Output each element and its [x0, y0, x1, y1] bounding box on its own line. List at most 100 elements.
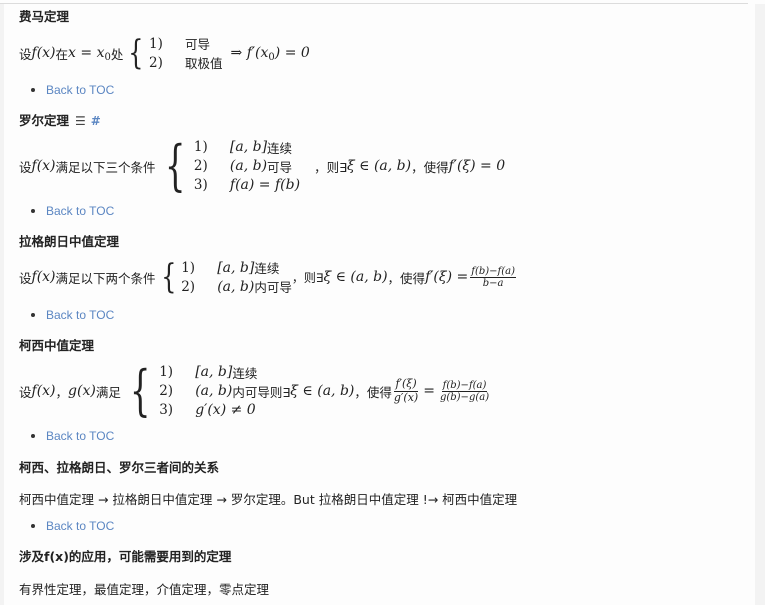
case-num: 2): [193, 158, 208, 174]
math-fx: f(x): [31, 269, 56, 285]
case-math: [a, b]: [195, 364, 233, 380]
text: ，则∃: [314, 159, 347, 175]
case-num: 3): [193, 177, 208, 193]
fraction-lhs: f′(ξ) g′(x): [394, 378, 418, 403]
text: 设: [19, 384, 32, 400]
text: ，则∃: [291, 270, 324, 285]
case-num: 2): [149, 54, 163, 71]
math-fx: f(x): [31, 383, 56, 399]
case-text: 连续: [254, 261, 280, 276]
left-brace-icon: {: [129, 359, 151, 422]
applications-text: 有界性定理，最值定理，介值定理，零点定理: [19, 582, 270, 597]
case-math: [a, b]: [217, 259, 255, 276]
text: 设: [19, 46, 32, 62]
fraction-numerator: f′(ξ): [394, 377, 418, 392]
left-brace-icon: {: [160, 257, 176, 297]
text: 则∃: [269, 384, 291, 400]
fraction-numerator: f(b)−f(a): [441, 379, 488, 392]
math-xi: ξ ∈ (a, b): [323, 269, 388, 285]
cases: 1) [a, b] 连续 2) (a, b) 可导 3) f(a) = f(b): [194, 138, 300, 195]
case-text: 连续: [267, 140, 293, 156]
case-text: 连续: [232, 365, 258, 381]
text: 处: [110, 46, 124, 62]
text: 满足以下三个条件: [55, 159, 156, 175]
case-num: 2): [159, 383, 174, 399]
back-to-toc-link[interactable]: Back to TOC: [46, 83, 114, 97]
heading-relationship: 柯西、拉格朗日、罗尔三者间的关系: [19, 460, 220, 475]
formula-lagrange: 设 f(x) 满足以下两个条件 { 1) [a, b] 连续 2) (a, b) 内可导…: [19, 257, 518, 297]
back-to-toc-link[interactable]: Back to TOC: [46, 429, 114, 443]
bullet-icon: [31, 313, 35, 317]
back-to-toc-link[interactable]: Back to TOC: [46, 519, 114, 533]
math-cond: x = x: [68, 45, 105, 61]
heading-lagrange: 拉格朗日中值定理: [19, 234, 120, 249]
cases: 1) [a, b] 连续 2) (a, b) 内可导: [181, 258, 292, 296]
case-math: (a, b): [229, 158, 268, 174]
text: 满足以下两个条件: [55, 270, 156, 286]
case-num: 1): [159, 364, 174, 380]
text: 在: [55, 46, 69, 62]
cases: 1) 可导 2) 取极值: [149, 34, 223, 72]
case-text: 取极值: [185, 56, 223, 71]
heading-rolle-wrap: 罗尔定理 ☰ #: [19, 110, 101, 129]
math-result: ⇒ f′(x: [230, 45, 269, 61]
equals: =: [423, 383, 435, 399]
text: ，使得: [354, 384, 392, 400]
formula-fermat: 设 f(x) 在 x = x0 处 { 1) 可导 2) 取极值 ⇒ f′(x 0) …: [19, 34, 310, 72]
case-num: 3): [159, 402, 174, 418]
anchor-link[interactable]: #: [91, 114, 101, 128]
formula-rolle: 设 f(x) 满足以下三个条件 { 1) [a, b] 连续 2) (a, b) 可导 …: [19, 137, 505, 195]
toc-item: Back to TOC: [31, 308, 114, 322]
left-gutter: [0, 4, 4, 605]
math-fx: f(x): [31, 158, 56, 174]
left-brace-icon: {: [164, 134, 186, 197]
heading-fermat: 费马定理: [19, 9, 70, 24]
bullet-icon: [31, 434, 35, 438]
bullet-icon: [31, 209, 35, 213]
list-icon[interactable]: ☰: [75, 114, 86, 128]
case-text: 可导: [185, 37, 211, 52]
scrollbar-track[interactable]: [755, 4, 765, 605]
toc-item: Back to TOC: [31, 83, 114, 97]
text: ，使得: [411, 159, 449, 175]
left-brace-icon: {: [128, 33, 144, 73]
fraction-numerator: f(b)−f(a): [470, 265, 516, 278]
text: 设: [19, 159, 32, 175]
relationship-text: 柯西中值定理 → 拉格朗日中值定理 → 罗尔定理。But 拉格朗日中值定理 !→…: [19, 492, 518, 507]
back-to-toc-link[interactable]: Back to TOC: [46, 204, 114, 218]
text: ，使得: [387, 270, 426, 286]
case-text: 可导: [267, 159, 293, 175]
case-text: 内可导: [254, 280, 292, 295]
cases: 1) [a, b] 连续 2) (a, b) 内可导 3) g′(x) ≠ 0: [159, 363, 270, 420]
case-num: 1): [149, 35, 163, 52]
bullet-icon: [31, 88, 35, 92]
case-math: g′(x) ≠ 0: [195, 402, 256, 418]
heading-applications: 涉及f(x)的应用，可能需要用到的定理: [19, 549, 232, 564]
math-result-tail: ) = 0: [274, 45, 310, 61]
case-text: 内可导: [232, 384, 270, 400]
case-math: [a, b]: [229, 139, 268, 155]
math-xi: ξ ∈ (a, b): [346, 158, 412, 174]
fraction-denominator: b−a: [482, 277, 504, 289]
back-to-toc-link[interactable]: Back to TOC: [46, 308, 114, 322]
math-result: f′(ξ) = 0: [448, 158, 506, 174]
text: ，: [55, 384, 69, 400]
case-num: 2): [181, 278, 196, 295]
case-num: 1): [181, 259, 196, 276]
math-fx: f(x): [31, 45, 56, 61]
case-math: f(a) = f(b): [229, 177, 301, 193]
top-border: [0, 3, 748, 4]
fraction-denominator: g′(x): [393, 390, 419, 404]
toc-item: Back to TOC: [31, 429, 114, 443]
math-xi: ξ ∈ (a, b): [290, 383, 355, 399]
bullet-icon: [31, 524, 35, 528]
fraction-rhs: f(b)−f(a) g(b)−g(a): [440, 380, 489, 403]
math-gx: g(x): [68, 383, 96, 399]
toc-item: Back to TOC: [31, 519, 114, 533]
formula-cauchy: 设 f(x) ， g(x) 满足 { 1) [a, b] 连续 2) (a, b) 内可…: [19, 362, 491, 420]
fraction: f(b)−f(a) b−a: [470, 266, 516, 289]
fraction-denominator: g(b)−g(a): [439, 391, 490, 403]
heading-cauchy: 柯西中值定理: [19, 338, 95, 353]
toc-item: Back to TOC: [31, 204, 114, 218]
case-math: (a, b): [195, 383, 233, 399]
